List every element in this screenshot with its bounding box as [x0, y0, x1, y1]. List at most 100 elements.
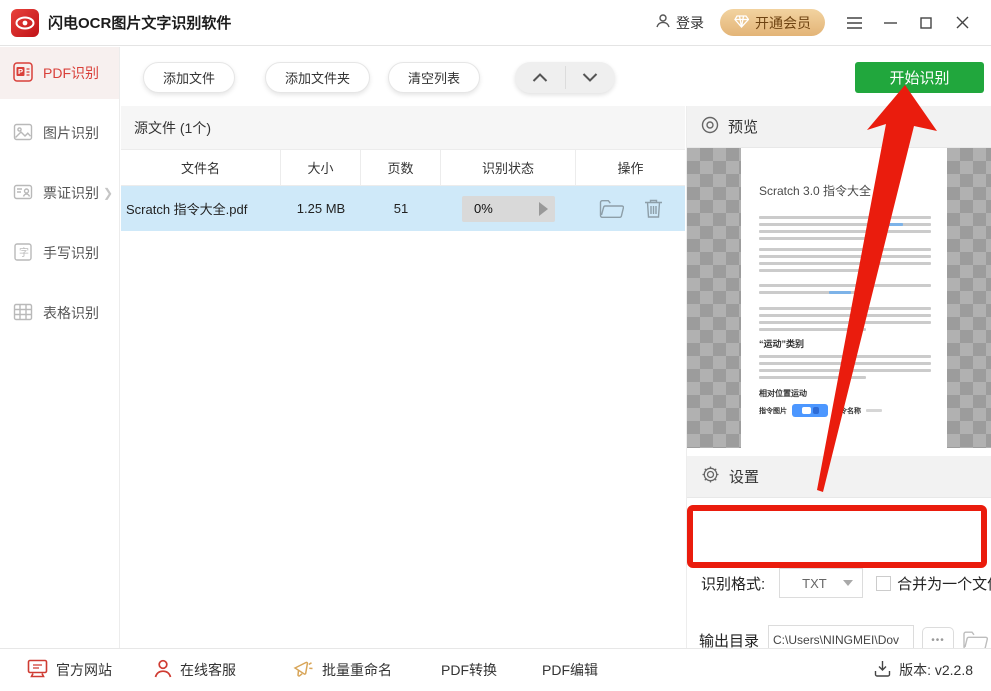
online-support-link[interactable]: 在线客服	[154, 659, 236, 681]
source-files-count: 源文件 (1个)	[121, 106, 685, 150]
pdf-edit-label: PDF编辑	[542, 660, 598, 680]
caption-name-label: 指令名称	[833, 406, 861, 416]
preview-canvas: Scratch 3.0 指令大全 “运动”类别 相对位置运动	[687, 148, 991, 448]
table-header: 文件名 大小 页数 识别状态 操作	[121, 150, 685, 186]
close-button[interactable]	[947, 9, 977, 37]
sidebar-item-label: 表格识别	[43, 303, 99, 323]
sidebar-item-label: 手写识别	[43, 243, 99, 263]
eye-icon	[701, 116, 719, 138]
file-name-cell: Scratch 指令大全.pdf	[121, 186, 281, 231]
settings-title: 设置	[729, 466, 759, 487]
user-icon	[655, 13, 671, 32]
add-folder-button[interactable]: 添加文件夹	[265, 62, 370, 93]
right-panel: 预览 Scratch 3.0 指令大全 “运动”类别	[686, 106, 991, 648]
document-preview: Scratch 3.0 指令大全 “运动”类别 相对位置运动	[741, 148, 947, 448]
column-operations: 操作	[576, 150, 685, 185]
table-icon	[13, 302, 33, 325]
chevron-right-icon: ❯	[103, 186, 113, 200]
app-window: 闪电OCR图片文字识别软件 登录 开通会员	[0, 0, 991, 691]
column-status: 识别状态	[441, 150, 576, 185]
file-size-cell: 1.25 MB	[281, 186, 361, 231]
gear-icon	[701, 465, 720, 488]
merge-label: 合并为一个文件	[897, 573, 991, 594]
doc-sub-heading: 相对位置运动	[759, 388, 807, 399]
version-label: 版本: v2.2.8	[899, 660, 973, 680]
ticket-icon	[13, 182, 33, 205]
image-icon	[13, 122, 33, 145]
minimize-button[interactable]	[875, 9, 905, 37]
sidebar-item-image[interactable]: 图片识别	[0, 107, 119, 159]
progress-value: 0%	[474, 201, 493, 216]
toolbar: 添加文件 添加文件夹 清空列表 开始识别	[121, 47, 991, 106]
doc-paragraph	[759, 303, 931, 331]
footer-bar: 官方网站 在线客服 批量重命名 PDF转换 PDF编辑 版本: v2.2.8	[0, 648, 991, 691]
titlebar-right: 登录 开通会员	[655, 9, 991, 37]
file-status-cell: 0%	[441, 186, 576, 231]
support-person-icon	[154, 659, 172, 681]
caption-image-label: 指令图片	[759, 406, 787, 416]
sidebar-item-label: 票证识别	[43, 183, 99, 203]
login-button[interactable]: 登录	[655, 13, 704, 33]
sidebar-item-table[interactable]: 表格识别	[0, 287, 119, 339]
app-logo-icon	[11, 9, 39, 37]
batch-rename-link[interactable]: 批量重命名	[292, 659, 392, 682]
sidebar-item-label: PDF识别	[43, 63, 99, 83]
download-icon	[874, 660, 891, 680]
scratch-block-image	[792, 404, 828, 417]
doc-title: Scratch 3.0 指令大全	[759, 182, 871, 199]
clear-list-button[interactable]: 清空列表	[388, 62, 480, 93]
sidebar-item-pdf[interactable]: P PDF识别	[0, 47, 119, 99]
doc-caption-row: 指令图片 指令名称	[759, 404, 882, 417]
monitor-icon	[27, 659, 48, 681]
column-filename: 文件名	[121, 150, 281, 185]
sidebar-item-label: 图片识别	[43, 123, 99, 143]
preview-header: 预览	[687, 106, 991, 148]
doc-paragraph	[759, 351, 931, 379]
sidebar: P PDF识别 图片识别 票证识别 ❯ 字 手写识别	[0, 47, 120, 648]
sidebar-item-handwriting[interactable]: 字 手写识别	[0, 227, 119, 279]
reorder-group	[515, 62, 615, 93]
official-site-link[interactable]: 官方网站	[27, 659, 112, 681]
doc-paragraph	[759, 280, 931, 294]
batch-rename-label: 批量重命名	[322, 660, 392, 680]
add-file-button[interactable]: 添加文件	[143, 62, 235, 93]
pdf-convert-link[interactable]: PDF转换	[441, 660, 497, 680]
table-row[interactable]: Scratch 指令大全.pdf 1.25 MB 51 0%	[121, 186, 685, 231]
file-table: 源文件 (1个) 文件名 大小 页数 识别状态 操作 Scratch 指令大全.…	[121, 106, 685, 648]
format-row: 识别格式: TXT 合并为一个文件	[701, 568, 991, 598]
doc-paragraph	[759, 244, 931, 272]
pdf-edit-link[interactable]: PDF编辑	[542, 660, 598, 680]
official-site-label: 官方网站	[56, 660, 112, 680]
online-support-label: 在线客服	[180, 660, 236, 680]
chevron-down-icon	[843, 580, 853, 586]
svg-text:P: P	[18, 67, 23, 76]
vip-button[interactable]: 开通会员	[720, 9, 825, 36]
app-title: 闪电OCR图片文字识别软件	[48, 12, 231, 33]
sidebar-item-ticket[interactable]: 票证识别 ❯	[0, 167, 119, 219]
file-ops-cell	[576, 186, 685, 231]
move-down-button[interactable]	[566, 62, 616, 93]
maximize-button[interactable]	[911, 9, 941, 37]
titlebar: 闪电OCR图片文字识别软件 登录 开通会员	[0, 0, 991, 46]
doc-paragraph	[759, 212, 931, 240]
merge-checkbox[interactable]	[876, 576, 891, 591]
column-size: 大小	[281, 150, 361, 185]
svg-text:字: 字	[19, 246, 29, 259]
move-up-button[interactable]	[515, 62, 565, 93]
menu-button[interactable]	[839, 9, 869, 37]
diamond-icon	[734, 15, 749, 31]
settings-header: 设置	[687, 456, 991, 498]
format-value: TXT	[802, 576, 827, 591]
open-folder-icon[interactable]	[599, 198, 624, 219]
pdf-convert-label: PDF转换	[441, 660, 497, 680]
version-info: 版本: v2.2.8	[874, 660, 973, 680]
panel-gap	[687, 448, 991, 456]
caption-example	[866, 409, 882, 412]
column-pages: 页数	[361, 150, 441, 185]
format-dropdown[interactable]: TXT	[779, 568, 863, 598]
vip-label: 开通会员	[755, 13, 811, 33]
delete-icon[interactable]	[644, 198, 663, 219]
megaphone-icon	[292, 659, 314, 682]
start-recognition-button[interactable]: 开始识别	[855, 62, 984, 93]
login-label: 登录	[676, 13, 704, 33]
